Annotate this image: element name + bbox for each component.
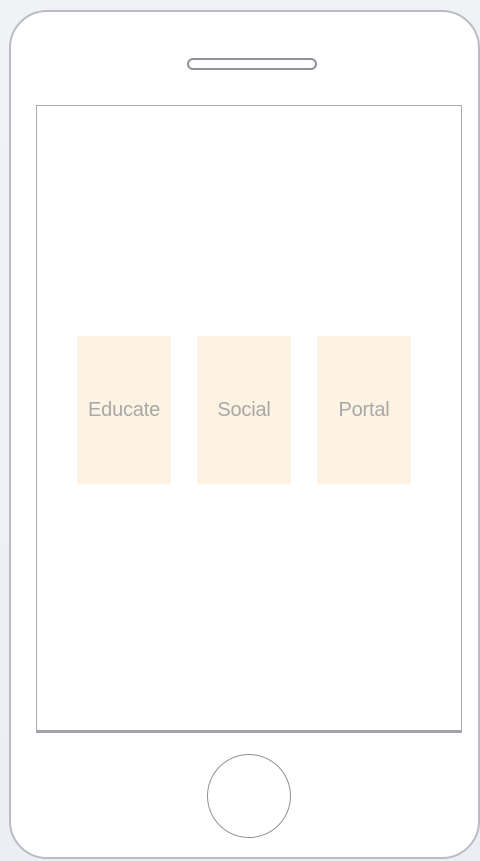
app-row: Educate Social Portal (37, 336, 461, 484)
app-label-educate: Educate (88, 398, 160, 421)
app-tile-educate[interactable]: Educate (77, 336, 171, 484)
app-tile-social[interactable]: Social (197, 336, 291, 484)
app-tile-portal[interactable]: Portal (317, 336, 411, 484)
speaker-grille (187, 58, 317, 70)
app-label-social: Social (217, 398, 271, 421)
phone-frame: Educate Social Portal (9, 10, 480, 859)
mockup-canvas: Educate Social Portal (0, 0, 480, 861)
home-button[interactable] (207, 754, 291, 838)
app-label-portal: Portal (338, 398, 390, 421)
phone-screen: Educate Social Portal (36, 105, 462, 733)
